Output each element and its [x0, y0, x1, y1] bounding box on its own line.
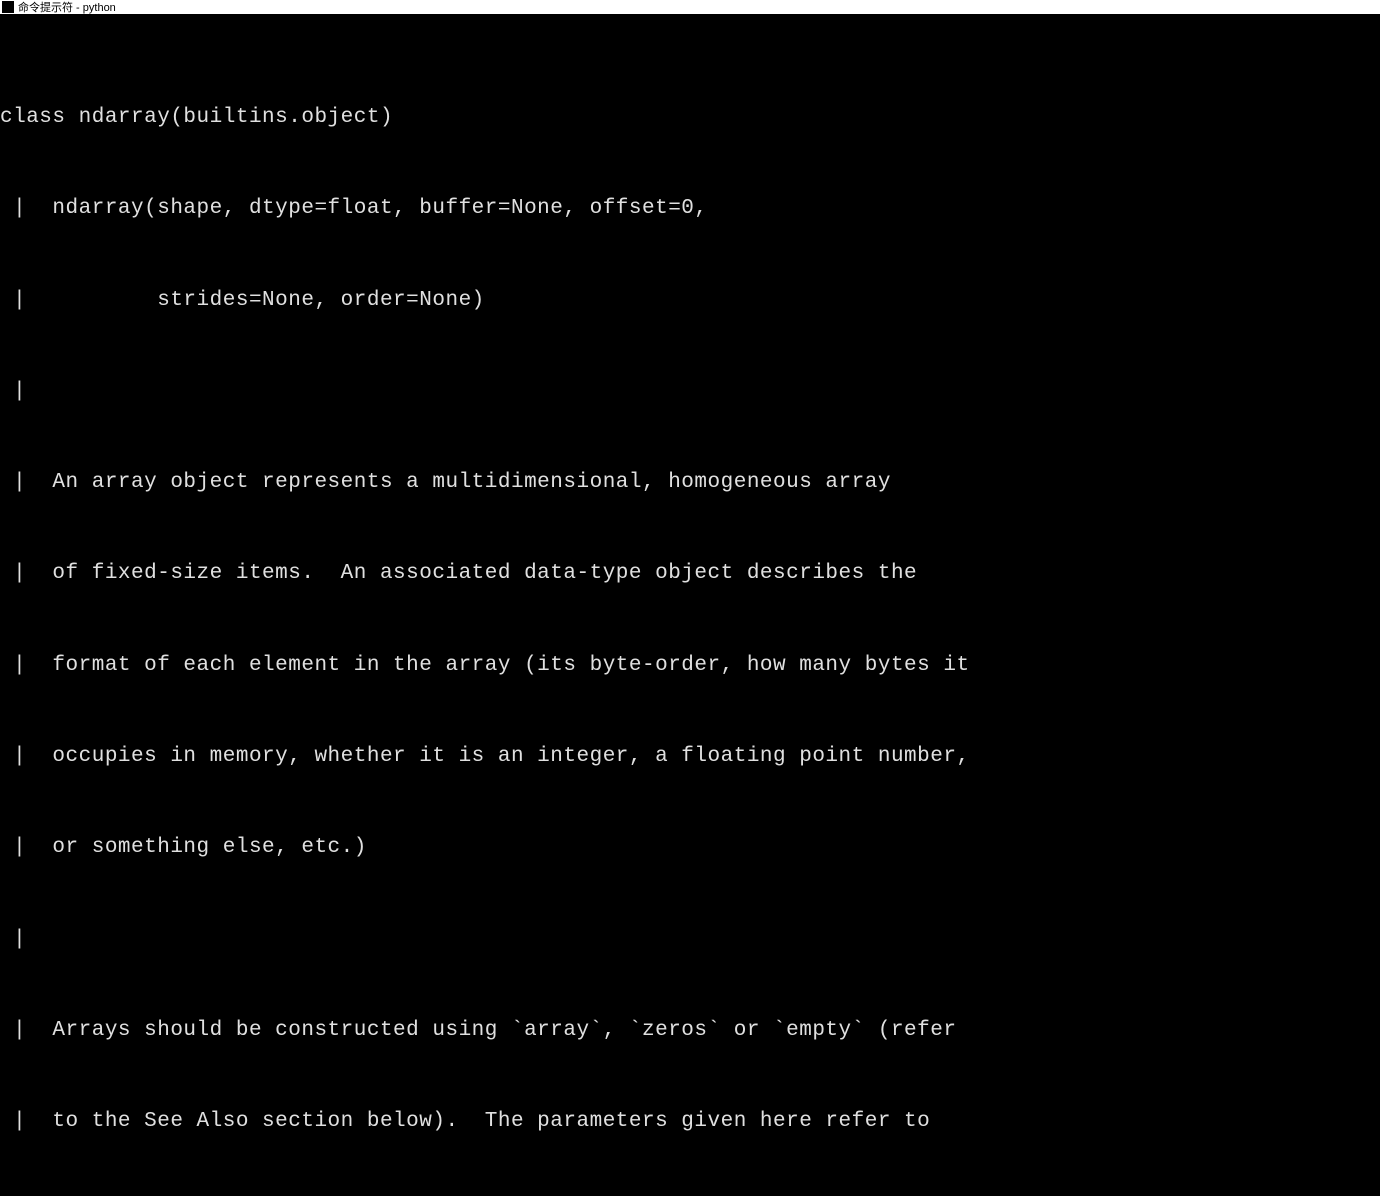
- help-line: | of fixed-size items. An associated dat…: [0, 559, 1380, 589]
- help-line: |: [0, 925, 1380, 955]
- terminal-output[interactable]: class ndarray(builtins.object) | ndarray…: [0, 14, 1380, 1196]
- window-title: 命令提示符 - python: [18, 0, 116, 14]
- cmd-icon: [2, 1, 14, 13]
- help-line: |: [0, 377, 1380, 407]
- help-line: class ndarray(builtins.object): [0, 103, 1380, 133]
- window-titlebar: 命令提示符 - python: [0, 0, 1380, 14]
- help-line: | An array object represents a multidime…: [0, 468, 1380, 498]
- help-line: | strides=None, order=None): [0, 286, 1380, 316]
- help-line: | format of each element in the array (i…: [0, 651, 1380, 681]
- help-line: | to the See Also section below). The pa…: [0, 1107, 1380, 1137]
- help-line: | or something else, etc.): [0, 833, 1380, 863]
- help-line: | Arrays should be constructed using `ar…: [0, 1016, 1380, 1046]
- help-line: | occupies in memory, whether it is an i…: [0, 742, 1380, 772]
- help-line: | ndarray(shape, dtype=float, buffer=Non…: [0, 194, 1380, 224]
